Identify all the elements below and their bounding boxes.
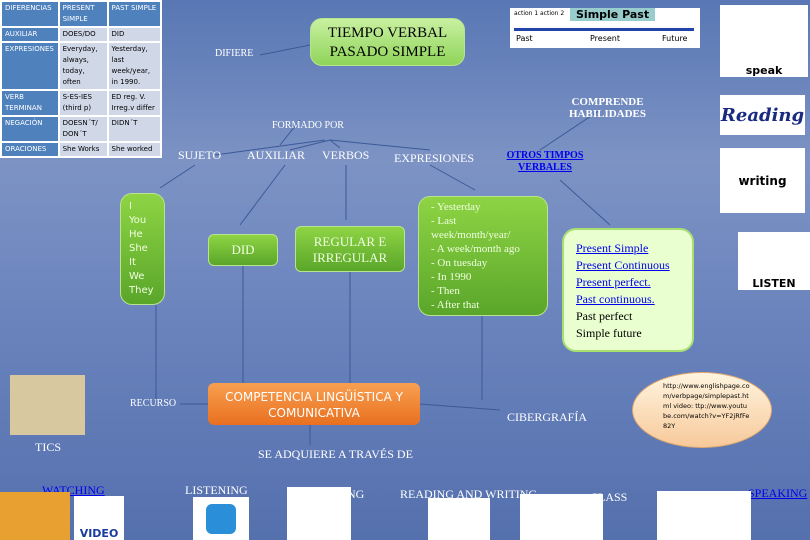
cibergrafia-bubble: http://www.englishpage.com/verbpage/simp… [632,372,772,448]
formado-por-label: FORMADO POR [272,120,344,131]
header-cell: DIFERENCIAS [0,0,60,28]
main-title: TIEMPO VERBAL PASADO SIMPLE [310,18,465,66]
branch-expresiones: EXPRESIONES [394,151,475,165]
subject-item: You [129,215,147,226]
cell: DOES/DO [57,26,109,43]
comprende-label: COMPRENDE HABILIDADES [568,96,647,120]
header-cell: PRESENT SIMPLE [57,0,109,28]
timeline-title: Simple Past [570,8,656,21]
expression-item: - A week/month ago [431,243,520,255]
timeline-arrow [514,28,694,31]
past-label: Past [516,34,533,43]
cell: Yesterday, last week/year, in 1990. [106,41,163,91]
branch-verbos: VERBOS [322,148,370,162]
speaking-link[interactable]: SPEAKING [748,486,807,501]
video-icon: VIDEO [74,496,124,540]
tense-past-perfect: Past perfect [576,309,633,323]
cell: ED reg. V. Irreg.v differ [106,89,163,117]
did-box: DID [208,234,278,266]
subject-item: We [129,271,145,282]
headphones-music-icon [193,497,249,540]
branch-sujeto: SUJETO [178,148,222,162]
writing-label: writing [738,173,787,188]
cell: DID [106,26,163,43]
subject-item: She [129,243,148,254]
cell: Everyday, always, today, often [57,41,109,91]
subjects-box: I You He She It We They [120,193,165,305]
tics-students-image [10,375,85,435]
tense-simple-future: Simple future [576,326,642,340]
subject-item: They [129,285,154,296]
differences-table: DIFERENCIAS PRESENT SIMPLE PAST SIMPLE AUX… [0,0,163,158]
singing-man-icon [287,487,351,540]
video-label: VIDEO [79,527,119,540]
expression-item: - Last week/month/year/ [431,215,511,241]
speak-label: speak [745,64,783,77]
tense-link-present-continuous[interactable]: Present Continuous [576,257,680,274]
cell: DOESN´T/ DON´T [57,115,109,143]
otros-tiempos-link[interactable]: OTROS TIMPOS VERBALES [500,150,590,174]
expression-item: - After that [431,299,480,311]
writing-pencil-icon: writing [720,148,805,213]
expression-item: - Then [431,285,460,297]
competencia-box: COMPETENCIA LINGÜÍSTICA Y COMUNICATIVA [208,383,420,425]
adquiere-label: SE ADQUIERE A TRAVÉS DE [258,447,413,461]
classroom-icon [520,494,603,540]
speak-icon: speak [720,5,808,77]
header-cell: PAST SIMPLE [106,0,163,28]
cell: She worked [106,141,163,158]
subject-item: It [129,257,136,268]
cell: DIDN´T [106,115,163,143]
row-label: VERB TERMINAN [0,89,60,117]
row-label: ORACIONES [0,141,60,158]
expression-item: - Yesterday [431,201,481,213]
expression-item: - On tuesday [431,257,488,269]
listen-label: LISTEN [752,277,796,290]
people-talking-icon [657,491,751,540]
tense-link-present-simple[interactable]: Present Simple [576,240,680,257]
row-label: AUXILIAR [0,26,60,43]
reading-icon: Reading [720,95,805,135]
tense-link-past-continuous[interactable]: Past continuous. [576,291,680,308]
future-label: Future [662,34,688,43]
row-label: EXPRESIONES [0,41,60,91]
reading-label: Reading [720,104,805,126]
cell: S-ES-IES (third p) [57,89,109,117]
action1-label: action 1 [514,10,539,17]
row-label: NEGACIÓN [0,115,60,143]
regular-box: REGULAR E IRREGULAR [295,226,405,272]
simple-past-timeline: action 1 action 2 Simple Past Past Prese… [510,8,700,48]
branch-auxiliar: AUXILIAR [247,148,305,162]
expressions-box: - Yesterday - Last week/month/year/ - A we… [418,196,548,316]
cell: She Works [57,141,109,158]
tics-label: TICS [35,440,62,454]
cibergrafia-label: CIBERGRAFÍA [507,410,588,424]
difiere-label: DIFIERE [215,48,254,59]
tenses-box: Present Simple Present Continuous Presen… [562,228,694,352]
boy-reading-icon [428,498,490,540]
recurso-label: RECURSO [130,398,177,409]
tv-icon [0,492,70,540]
action2-label: action 2 [540,10,565,17]
tense-link-present-perfect[interactable]: Present perfect. [576,274,680,291]
subject-item: I [129,201,132,212]
present-label: Present [590,34,621,43]
listening-label: LISTENING [185,483,248,497]
expression-item: - In 1990 [431,271,472,283]
subject-item: He [129,229,143,240]
listen-ear-icon: LISTEN [738,232,810,290]
